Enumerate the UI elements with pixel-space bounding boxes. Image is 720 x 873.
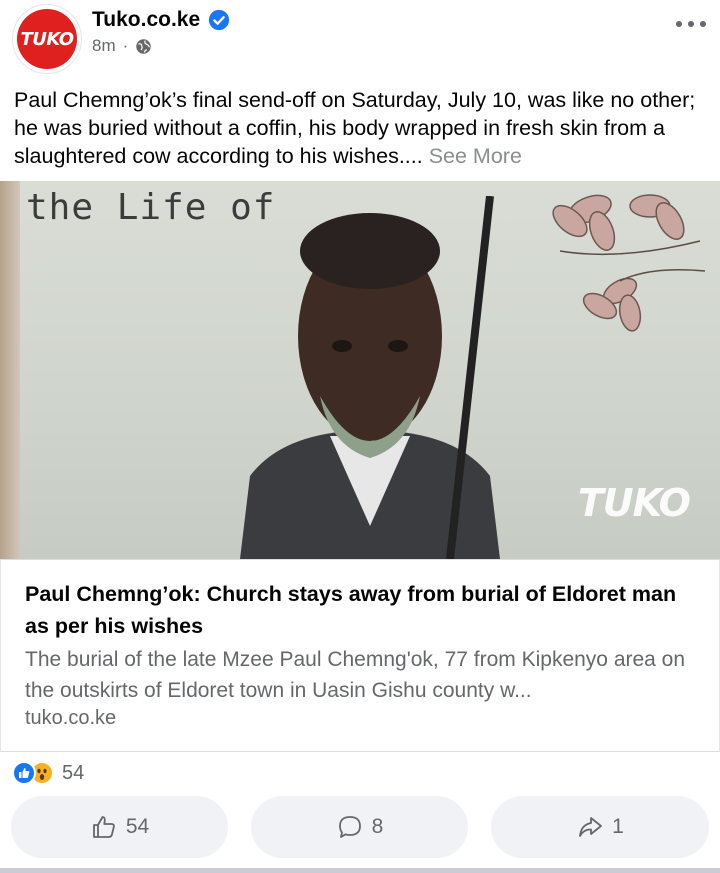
like-count: 54	[125, 815, 150, 838]
feed-divider	[0, 868, 720, 873]
comment-icon	[338, 816, 361, 838]
book-spine	[0, 181, 20, 559]
tuko-logo: TUKO	[17, 9, 77, 69]
thumbs-up-icon	[92, 816, 115, 838]
reaction-count: 54	[62, 761, 85, 784]
like-reaction-icon	[12, 761, 36, 785]
link-description: The burial of the late Mzee Paul Chemng'…	[25, 648, 686, 702]
more-options-icon[interactable]	[676, 12, 706, 36]
action-bar: 54 8 1	[0, 796, 720, 858]
comment-button[interactable]: 8	[251, 796, 468, 858]
share-button[interactable]: 1	[491, 796, 709, 858]
page-avatar[interactable]: TUKO	[12, 4, 82, 74]
share-count: 1	[612, 815, 624, 838]
post-body: Paul Chemng’ok’s final send-off on Satur…	[14, 88, 696, 168]
portrait-photo	[240, 196, 500, 559]
share-icon	[579, 817, 603, 837]
flower-illustration	[552, 194, 706, 332]
post-text: Paul Chemng’ok’s final send-off on Satur…	[14, 86, 710, 170]
logo-text: TUKO	[20, 28, 75, 50]
link-preview[interactable]: Paul Chemng’ok: Church stays away from b…	[0, 559, 720, 752]
post-meta: 8m ·	[92, 36, 152, 56]
globe-icon	[136, 38, 152, 54]
book-cover-text: the Life of	[26, 187, 276, 228]
link-domain: tuko.co.ke	[25, 707, 117, 729]
see-more-link[interactable]: See More	[429, 144, 522, 168]
like-button[interactable]: 54	[11, 796, 228, 858]
comment-count: 8	[371, 815, 384, 838]
reactions-summary[interactable]: 54	[12, 760, 84, 786]
verified-badge-icon	[209, 9, 230, 31]
tuko-watermark: TUKO	[577, 481, 691, 525]
post-header: TUKO Tuko.co.ke 8m ·	[0, 0, 720, 80]
page-name[interactable]: Tuko.co.ke	[92, 8, 200, 32]
page-name-row: Tuko.co.ke	[92, 8, 230, 32]
link-title[interactable]: Paul Chemng’ok: Church stays away from b…	[25, 578, 695, 642]
meta-separator: ·	[122, 36, 129, 55]
post-time[interactable]: 8m	[92, 36, 116, 56]
post-image[interactable]: the Life of TUKO	[0, 181, 720, 559]
